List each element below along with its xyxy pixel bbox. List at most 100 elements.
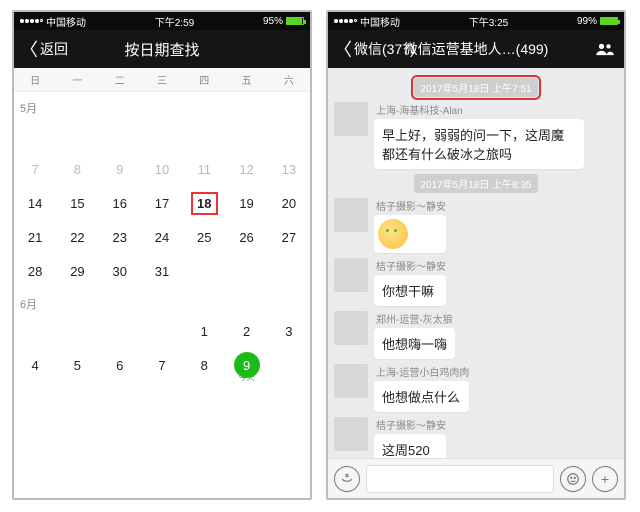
avatar[interactable] bbox=[334, 198, 368, 232]
sender-name: 桔子摄影～静安 bbox=[376, 198, 446, 213]
calendar-day bbox=[141, 118, 183, 152]
calendar-day[interactable]: 29 bbox=[56, 254, 98, 288]
calendar-day[interactable]: 30 bbox=[99, 254, 141, 288]
calendar-day[interactable]: 1 bbox=[183, 314, 225, 348]
calendar-day[interactable]: 13 bbox=[268, 152, 310, 186]
calendar-day[interactable]: 7 bbox=[141, 348, 183, 382]
chat-scroll[interactable]: 2017年5月18日 上午7:51上海-海基科技-Alan早上好，弱弱的问一下，… bbox=[328, 68, 624, 458]
calendar-day[interactable]: 23 bbox=[99, 220, 141, 254]
avatar[interactable] bbox=[334, 364, 368, 398]
nav-bar: 〈 返回 按日期查找 bbox=[14, 30, 310, 68]
chevron-left-icon: 〈 bbox=[334, 36, 352, 62]
avatar[interactable] bbox=[334, 258, 368, 292]
calendar-day[interactable]: 25 bbox=[183, 220, 225, 254]
calendar-day[interactable]: 2 bbox=[225, 314, 267, 348]
calendar-day[interactable]: 28 bbox=[14, 254, 56, 288]
emoji-icon[interactable] bbox=[560, 466, 586, 492]
avatar[interactable] bbox=[334, 311, 368, 345]
calendar-day[interactable]: 17 bbox=[141, 186, 183, 220]
calendar-day[interactable]: 6 bbox=[99, 348, 141, 382]
sender-name: 桔子摄影～静安 bbox=[376, 258, 446, 273]
calendar-day[interactable]: 14 bbox=[14, 186, 56, 220]
back-button[interactable]: 〈 返回 bbox=[20, 36, 68, 62]
more-icon[interactable]: + bbox=[592, 466, 618, 492]
message-row: 郑州-运营-灰太狼他想嗨一嗨 bbox=[334, 311, 618, 359]
calendar-day[interactable]: 18 bbox=[183, 186, 225, 220]
clock: 下午2:59 bbox=[155, 14, 194, 29]
weekday-label: 二 bbox=[99, 68, 141, 91]
calendar-day[interactable]: 5 bbox=[56, 348, 98, 382]
message-row: 上海-海基科技-Alan 早上好，弱弱的问一下，这周魔都还有什么破冰之旅吗 bbox=[334, 102, 618, 169]
month-label: 6月 bbox=[14, 288, 310, 314]
calendar-day[interactable]: 20 bbox=[268, 186, 310, 220]
calendar-day[interactable]: 9今天 bbox=[225, 348, 267, 382]
weekday-label: 六 bbox=[268, 68, 310, 91]
back-label: 返回 bbox=[40, 39, 68, 59]
status-bar: 中国移动 下午2:59 95% bbox=[14, 12, 310, 30]
calendar-day[interactable]: 24 bbox=[141, 220, 183, 254]
avatar[interactable] bbox=[334, 102, 368, 136]
battery-icon bbox=[600, 17, 618, 25]
back-button[interactable]: 〈 微信(377) bbox=[334, 36, 415, 62]
calendar-day[interactable]: 12 bbox=[225, 152, 267, 186]
calendar-day[interactable]: 9 bbox=[99, 152, 141, 186]
status-bar: 中国移动 下午3:25 99% bbox=[328, 12, 624, 30]
message-row: 上海-运营小白鸡肉肉他想做点什么 bbox=[334, 364, 618, 412]
calendar-day[interactable]: 8 bbox=[56, 152, 98, 186]
signal-dots-icon bbox=[20, 19, 43, 23]
chevron-left-icon: 〈 bbox=[20, 36, 38, 62]
calendar-day[interactable]: 3 bbox=[268, 314, 310, 348]
message-bubble[interactable]: 你想干嘛 bbox=[374, 275, 446, 306]
calendar-day bbox=[225, 254, 267, 288]
sender-name: 郑州-运营-灰太狼 bbox=[376, 311, 455, 326]
clock: 下午3:25 bbox=[469, 14, 508, 29]
calendar-body: 5月78910111213141516171819202122232425262… bbox=[14, 92, 310, 382]
message-row: 桔子摄影～静安这周520 bbox=[334, 417, 618, 458]
calendar-day[interactable]: 16 bbox=[99, 186, 141, 220]
calendar-day[interactable]: 7 bbox=[14, 152, 56, 186]
calendar-day bbox=[14, 118, 56, 152]
chat-title: 微信运营基地人…(499) bbox=[404, 39, 549, 59]
calendar-day[interactable]: 11 bbox=[183, 152, 225, 186]
voice-input-icon[interactable] bbox=[334, 466, 360, 492]
avatar[interactable] bbox=[334, 417, 368, 451]
message-row: 桔子摄影～静安 bbox=[334, 198, 618, 253]
chat-input-bar: + bbox=[328, 458, 624, 498]
weekday-label: 一 bbox=[56, 68, 98, 91]
calendar-day[interactable]: 26 bbox=[225, 220, 267, 254]
calendar-day bbox=[183, 254, 225, 288]
weekday-label: 五 bbox=[225, 68, 267, 91]
battery-pct: 99% bbox=[577, 16, 597, 27]
message-bubble[interactable] bbox=[374, 215, 446, 253]
calendar-day[interactable]: 27 bbox=[268, 220, 310, 254]
calendar-day bbox=[225, 118, 267, 152]
calendar-day[interactable]: 21 bbox=[14, 220, 56, 254]
phone-calendar: 中国移动 下午2:59 95% 〈 返回 按日期查找 日一二三四五六 5月789… bbox=[12, 10, 312, 500]
calendar-day[interactable]: 10 bbox=[141, 152, 183, 186]
message-bubble[interactable]: 他想嗨一嗨 bbox=[374, 328, 455, 359]
message-bubble[interactable]: 他想做点什么 bbox=[374, 381, 469, 412]
calendar-day bbox=[56, 118, 98, 152]
calendar-day bbox=[268, 254, 310, 288]
message-input[interactable] bbox=[366, 465, 554, 493]
calendar-day[interactable]: 4 bbox=[14, 348, 56, 382]
group-members-icon[interactable] bbox=[594, 42, 616, 56]
message-row: 桔子摄影～静安你想干嘛 bbox=[334, 258, 618, 306]
calendar-day bbox=[56, 314, 98, 348]
calendar-day[interactable]: 8 bbox=[183, 348, 225, 382]
signal-dots-icon bbox=[334, 19, 357, 23]
month-label: 5月 bbox=[14, 92, 310, 118]
calendar-day[interactable]: 31 bbox=[141, 254, 183, 288]
carrier-label: 中国移动 bbox=[46, 14, 86, 29]
sender-name: 上海-运营小白鸡肉肉 bbox=[376, 364, 469, 379]
back-label: 微信(377) bbox=[354, 39, 415, 59]
sender-name: 上海-海基科技-Alan bbox=[376, 102, 584, 117]
message-bubble[interactable]: 这周520 bbox=[374, 434, 446, 458]
calendar-day[interactable]: 15 bbox=[56, 186, 98, 220]
carrier-label: 中国移动 bbox=[360, 14, 400, 29]
calendar-day bbox=[99, 118, 141, 152]
message-bubble[interactable]: 早上好，弱弱的问一下，这周魔都还有什么破冰之旅吗 bbox=[374, 119, 584, 169]
calendar-day[interactable]: 19 bbox=[225, 186, 267, 220]
calendar-day[interactable]: 22 bbox=[56, 220, 98, 254]
sender-name: 桔子摄影～静安 bbox=[376, 417, 446, 432]
